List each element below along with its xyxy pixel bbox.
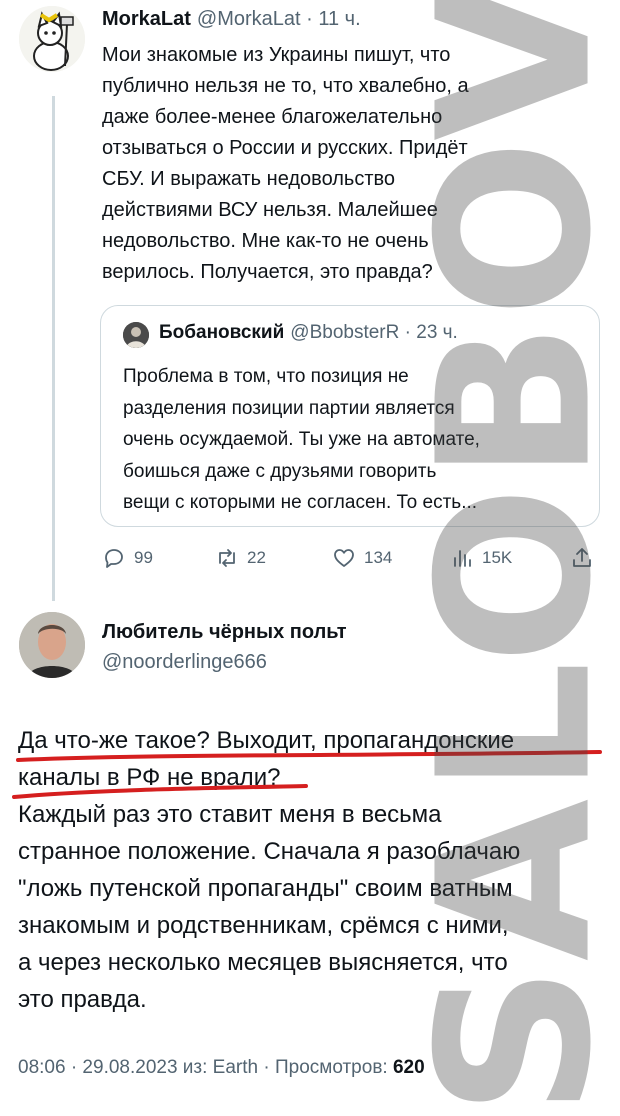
quote-text: Проблема в том, что позиция не разделени… (123, 361, 589, 521)
quote-text-line: вещи с которыми не согласен. То есть... (123, 487, 589, 519)
tweet-text-line: действиями ВСУ нельзя. Малейшее (102, 195, 572, 226)
tweet-text-line: это правда. (18, 981, 608, 1018)
retweet-count: 22 (247, 548, 266, 568)
author-handle[interactable]: @noorderlinge666 (102, 651, 267, 674)
tweet-text-line: верилось. Получается, это правда? (102, 257, 572, 288)
views-button[interactable]: 15K (450, 540, 512, 576)
heart-icon (332, 546, 356, 570)
quote-text-line: Проблема в том, что позиция не (123, 361, 589, 393)
retweet-icon (215, 546, 239, 570)
like-button[interactable]: 134 (332, 540, 392, 576)
thread-connector-line (52, 96, 55, 601)
avatar[interactable] (19, 612, 85, 678)
reply-icon (102, 546, 126, 570)
avatar[interactable] (19, 6, 85, 72)
quote-text-line: очень осуждаемой. Ты уже на автомате, (123, 424, 589, 456)
tweet-action-bar: 99 22 134 15K (100, 540, 600, 576)
share-button[interactable] (570, 540, 602, 576)
tweet-text-line: каналы в РФ не врали? (18, 759, 608, 796)
quote-text-line: разделения позиции партии является (123, 393, 589, 425)
tweet-date-source: 08:06 · 29.08.2023 из: Earth · Просмотро… (18, 1057, 388, 1078)
tweet-text-line: Да что-же такое? Выходит, пропагандонски… (18, 722, 608, 759)
author-name[interactable]: Любитель чёрных польт (102, 621, 347, 644)
cat-mascot-avatar-icon (19, 6, 85, 72)
reply-button[interactable]: 99 (102, 540, 153, 576)
quote-author-handle: @BbobsterR (290, 322, 399, 343)
views-count: 15K (482, 548, 512, 568)
tweet-text-line: недовольство. Мне как-то не очень (102, 226, 572, 257)
quote-author-name: Бобановский (159, 322, 284, 343)
tweet-text-line: странное положение. Сначала я разоблачаю (18, 833, 608, 870)
tweet-text-line: "ложь путенской пропаганды" своим ватным (18, 870, 608, 907)
tweet-text-line: СБУ. И выражать недовольство (102, 164, 572, 195)
quote-header: Бобановский @BbobsterR · 23 ч. (159, 322, 458, 344)
tweet-text-line: отзываться о России и русских. Придёт (102, 133, 572, 164)
tweet-text: Мои знакомые из Украины пишут, что публи… (102, 40, 572, 288)
analytics-icon (450, 546, 474, 570)
tweet-text-line: даже более-менее благожелательно (102, 102, 572, 133)
tweet-text-line: знакомым и родственникам, срёмся с ними, (18, 907, 608, 944)
tweet-text-line: публично нельзя не то, что хвалебно, а (102, 71, 572, 102)
reply-count: 99 (134, 548, 153, 568)
share-icon (570, 546, 594, 570)
author-handle[interactable]: @MorkaLat (197, 8, 301, 30)
tweet-text-line: Мои знакомые из Украины пишут, что (102, 40, 572, 71)
like-count: 134 (364, 548, 392, 568)
quote-timestamp: · 23 ч. (405, 322, 458, 343)
quote-text-line: боишься даже с друзьями говорить (123, 456, 589, 488)
tweet-header: MorkaLat @MorkaLat · 11 ч. (102, 8, 361, 31)
person-portrait-icon (19, 612, 85, 678)
timestamp[interactable]: · 11 ч. (306, 8, 361, 30)
person-photo-icon (123, 322, 149, 348)
retweet-button[interactable]: 22 (215, 540, 266, 576)
quoted-tweet-card[interactable]: Бобановский @BbobsterR · 23 ч. Проблема в… (100, 305, 600, 527)
tweet-text-line: а через несколько месяцев выясняется, чт… (18, 944, 608, 981)
tweet-text-line: Каждый раз это ставит меня в весьма (18, 796, 608, 833)
quote-avatar (123, 322, 149, 348)
tweet-view-count: 620 (393, 1057, 425, 1078)
author-name[interactable]: MorkaLat (102, 8, 191, 30)
tweet-meta-footer: 08:06 · 29.08.2023 из: Earth · Просмотро… (18, 1057, 425, 1079)
tweet-text: Да что-же такое? Выходит, пропагандонски… (18, 722, 608, 1018)
